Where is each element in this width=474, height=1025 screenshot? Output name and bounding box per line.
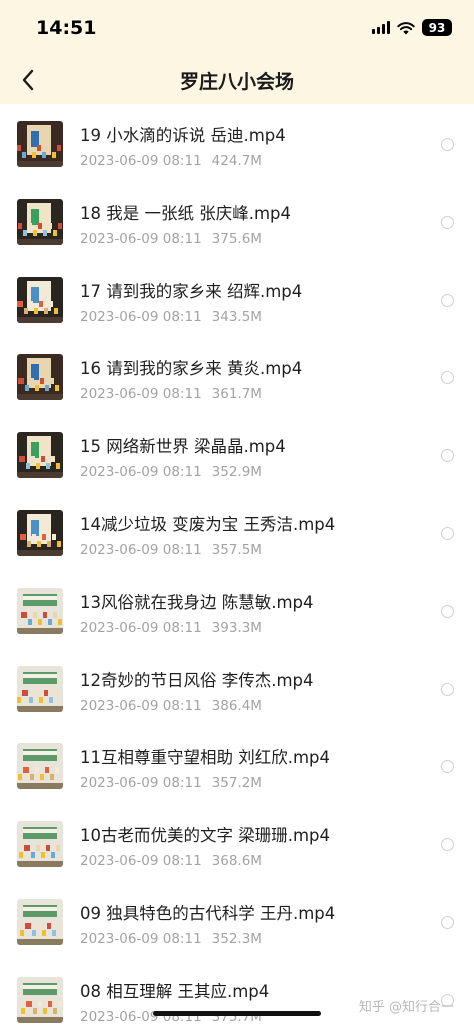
file-item[interactable]: 19 小水滴的诉说 岳迪.mp4 2023-06-09 08:11 424.7M — [0, 104, 474, 182]
file-size: 368.6M — [211, 853, 262, 870]
file-meta: 2023-06-09 08:11 386.4M — [80, 698, 262, 714]
video-thumbnail — [17, 354, 63, 401]
file-meta: 2023-06-09 08:11 352.3M — [80, 931, 262, 947]
file-date: 2023-06-09 08:11 — [80, 386, 202, 403]
file-date: 2023-06-09 08:11 — [80, 308, 202, 325]
video-thumbnail — [17, 587, 63, 634]
nav-bar: 罗庄八小会场 — [0, 56, 474, 104]
file-item[interactable]: 15 网络新世界 梁晶晶.mp4 2023-06-09 08:11 352.9M — [0, 415, 474, 493]
file-size: 352.9M — [211, 464, 262, 481]
select-radio[interactable] — [441, 604, 454, 618]
file-size: 357.5M — [211, 541, 262, 558]
file-size: 357.2M — [211, 775, 262, 792]
file-size: 375.6M — [211, 230, 262, 247]
file-name: 11互相尊重守望相助 刘红欣.mp4 — [80, 748, 331, 768]
file-name: 15 网络新世界 梁晶晶.mp4 — [80, 437, 286, 457]
video-thumbnail — [17, 821, 63, 868]
file-date: 2023-06-09 08:11 — [80, 775, 202, 792]
select-radio[interactable] — [441, 215, 454, 229]
select-radio[interactable] — [441, 526, 454, 540]
select-radio[interactable] — [441, 449, 454, 463]
select-radio[interactable] — [441, 293, 454, 307]
file-name: 08 相互理解 王其应.mp4 — [80, 981, 270, 1001]
file-date: 2023-06-09 08:11 — [80, 619, 202, 636]
file-size: 424.7M — [211, 153, 262, 169]
file-meta: 2023-06-09 08:11 343.5M — [80, 309, 262, 325]
file-item[interactable]: 13风俗就在我身边 陈慧敏.mp4 2023-06-09 08:11 393.3M — [0, 571, 474, 649]
file-date: 2023-06-09 08:11 — [80, 541, 202, 558]
file-name: 18 我是 一张纸 张庆峰.mp4 — [80, 203, 292, 223]
status-time: 14:51 — [36, 17, 97, 39]
file-meta: 2023-06-09 08:11 361.7M — [80, 386, 262, 402]
select-radio[interactable] — [441, 371, 454, 385]
file-name: 19 小水滴的诉说 岳迪.mp4 — [80, 126, 286, 145]
file-name: 10古老而优美的文字 梁珊珊.mp4 — [80, 826, 331, 846]
video-thumbnail — [17, 276, 63, 323]
video-thumbnail — [17, 198, 63, 245]
video-thumbnail — [17, 121, 63, 167]
file-size: 393.3M — [211, 619, 262, 636]
home-indicator — [153, 1011, 321, 1016]
file-size: 361.7M — [211, 386, 262, 403]
signal-icon — [372, 21, 390, 34]
file-meta: 2023-06-09 08:11 393.3M — [80, 620, 262, 636]
file-size: 352.3M — [211, 930, 262, 947]
file-meta: 2023-06-09 08:11 368.6M — [80, 853, 262, 869]
video-thumbnail — [17, 743, 63, 790]
file-size: 343.5M — [211, 308, 262, 325]
video-thumbnail — [17, 432, 63, 479]
page-title: 罗庄八小会场 — [179, 71, 294, 93]
file-meta: 2023-06-09 08:11 375.6M — [80, 231, 262, 247]
file-item[interactable]: 14减少垃圾 变废为宝 王秀洁.mp4 2023-06-09 08:11 357.… — [0, 493, 474, 571]
file-meta: 2023-06-09 08:11 357.5M — [80, 542, 262, 558]
file-meta: 2023-06-09 08:11 357.2M — [80, 775, 262, 791]
watermark: 知乎 @知行合一 — [358, 1000, 454, 1015]
file-date: 2023-06-09 08:11 — [80, 230, 202, 247]
select-radio[interactable] — [441, 838, 454, 852]
video-thumbnail — [17, 898, 63, 945]
select-radio[interactable] — [441, 915, 454, 929]
file-name: 14减少垃圾 变废为宝 王秀洁.mp4 — [80, 514, 336, 534]
file-item[interactable]: 11互相尊重守望相助 刘红欣.mp4 2023-06-09 08:11 357.2… — [0, 726, 474, 804]
file-item[interactable]: 18 我是 一张纸 张庆峰.mp4 2023-06-09 08:11 375.6M — [0, 182, 474, 260]
video-thumbnail — [17, 665, 63, 712]
file-name: 09 独具特色的古代科学 王丹.mp4 — [80, 903, 336, 923]
file-item[interactable]: 16 请到我的家乡来 黄炎.mp4 2023-06-09 08:11 361.7M — [0, 337, 474, 415]
file-item[interactable]: 10古老而优美的文字 梁珊珊.mp4 2023-06-09 08:11 368.6… — [0, 804, 474, 882]
file-date: 2023-06-09 08:11 — [80, 930, 202, 947]
battery-icon: 93 — [422, 19, 452, 36]
file-name: 13风俗就在我身边 陈慧敏.mp4 — [80, 592, 314, 612]
video-thumbnail — [17, 509, 63, 556]
file-meta: 2023-06-09 08:11 424.7M — [80, 153, 262, 169]
file-item[interactable]: 17 请到我的家乡来 绍辉.mp4 2023-06-09 08:11 343.5M — [0, 260, 474, 338]
select-radio[interactable] — [441, 138, 454, 151]
status-bar: 14:51 93 — [0, 0, 474, 56]
file-item[interactable]: 09 独具特色的古代科学 王丹.mp4 2023-06-09 08:11 352.… — [0, 882, 474, 960]
file-meta: 2023-06-09 08:11 352.9M — [80, 464, 262, 480]
file-item[interactable]: 12奇妙的节日风俗 李传杰.mp4 2023-06-09 08:11 386.4M — [0, 649, 474, 727]
file-list: 19 小水滴的诉说 岳迪.mp4 2023-06-09 08:11 424.7M … — [0, 104, 474, 1025]
file-name: 12奇妙的节日风俗 李传杰.mp4 — [80, 670, 314, 690]
file-name: 16 请到我的家乡来 黄炎.mp4 — [80, 359, 303, 379]
video-thumbnail — [17, 976, 63, 1023]
file-date: 2023-06-09 08:11 — [80, 464, 202, 481]
status-icons: 93 — [372, 19, 452, 36]
file-date: 2023-06-09 08:11 — [80, 697, 202, 714]
select-radio[interactable] — [441, 682, 454, 696]
file-name: 17 请到我的家乡来 绍辉.mp4 — [80, 281, 303, 301]
file-size: 386.4M — [211, 697, 262, 714]
wifi-icon — [397, 21, 415, 34]
select-radio[interactable] — [441, 760, 454, 774]
file-date: 2023-06-09 08:11 — [80, 153, 202, 169]
file-date: 2023-06-09 08:11 — [80, 853, 202, 870]
